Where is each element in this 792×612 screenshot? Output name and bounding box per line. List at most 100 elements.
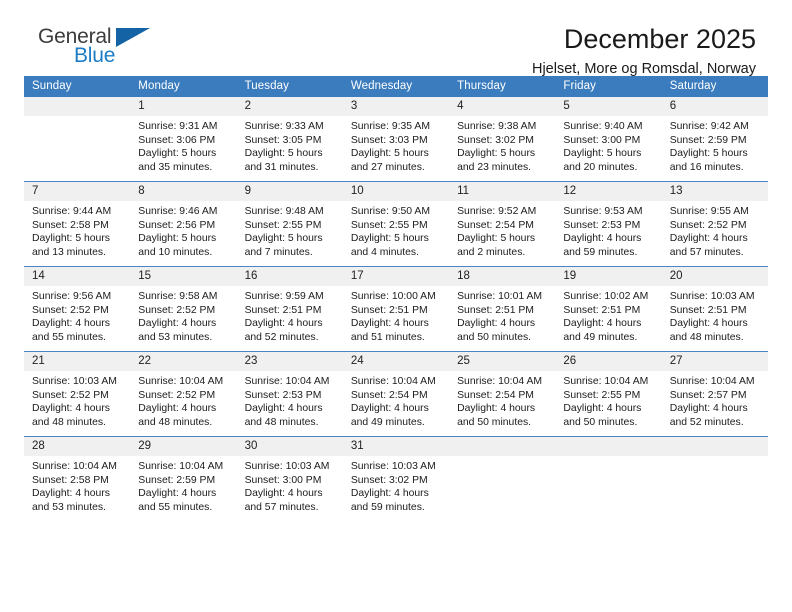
day-detail-sunrise: Sunrise: 10:03 AM: [669, 291, 755, 302]
day-details: Sunrise: 9:31 AM Sunset: 3:06 PM Daylight:…: [130, 116, 236, 174]
day-number: 13: [661, 182, 768, 201]
calendar-day-cell[interactable]: 11 Sunrise: 9:52 AM Sunset: 2:54 PM Dayligh…: [449, 181, 556, 267]
day-detail-sunrise: Sunrise: 9:55 AM: [669, 206, 749, 217]
calendar-day-cell[interactable]: 10 Sunrise: 9:50 AM Sunset: 2:55 PM Dayligh…: [342, 181, 450, 267]
day-details: Sunrise: 9:55 AM Sunset: 2:52 PM Daylight:…: [662, 201, 768, 259]
day-details: Sunrise: 10:03 AM Sunset: 2:51 PM Daylight…: [662, 286, 768, 344]
day-details: Sunrise: 9:38 AM Sunset: 3:02 PM Daylight:…: [449, 116, 555, 174]
day-detail-daylight-line1: Daylight: 5 hours: [244, 233, 323, 245]
calendar-cell-empty: [449, 436, 556, 521]
day-detail-sunset: Sunset: 2:52 PM: [32, 304, 109, 316]
day-detail-sunset: Sunset: 2:51 PM: [350, 304, 428, 316]
day-detail-sunrise: Sunrise: 9:40 AM: [563, 121, 643, 132]
calendar-day-cell[interactable]: 24 Sunrise: 10:04 AM Sunset: 2:54 PM Daylig…: [342, 351, 450, 437]
calendar-day-cell[interactable]: 16 Sunrise: 9:59 AM Sunset: 2:51 PM Dayligh…: [236, 266, 343, 352]
calendar-day-cell[interactable]: 28 Sunrise: 10:04 AM Sunset: 2:58 PM Daylig…: [24, 436, 131, 521]
day-number: 30: [236, 437, 343, 456]
day-detail-daylight-line2: and 20 minutes.: [563, 161, 638, 173]
day-detail-sunrise: Sunrise: 10:02 AM: [563, 291, 649, 302]
day-details: Sunrise: 10:03 AM Sunset: 3:00 PM Daylight…: [237, 456, 343, 514]
day-detail-sunset: Sunset: 2:52 PM: [32, 389, 109, 401]
day-number: 28: [24, 437, 131, 456]
day-detail-daylight-line2: and 59 minutes.: [350, 501, 425, 513]
day-detail-daylight-line2: and 23 minutes.: [457, 161, 532, 173]
day-detail-sunrise: Sunrise: 9:44 AM: [32, 206, 112, 217]
day-detail-sunset: Sunset: 3:05 PM: [244, 134, 322, 146]
calendar-day-cell[interactable]: 30 Sunrise: 10:03 AM Sunset: 3:00 PM Daylig…: [236, 436, 343, 521]
day-number: 27: [661, 352, 768, 371]
day-detail-daylight-line1: Daylight: 5 hours: [563, 148, 642, 160]
calendar-day-cell[interactable]: 4 Sunrise: 9:38 AM Sunset: 3:02 PM Daylight…: [449, 97, 556, 182]
calendar-day-cell[interactable]: 20 Sunrise: 10:03 AM Sunset: 2:51 PM Daylig…: [661, 266, 768, 352]
day-detail-daylight-line2: and 51 minutes.: [350, 331, 425, 343]
day-details: Sunrise: 9:35 AM Sunset: 3:03 PM Daylight:…: [343, 116, 449, 174]
calendar-week-row: 28 Sunrise: 10:04 AM Sunset: 2:58 PM Daylig…: [24, 436, 768, 521]
day-detail-sunset: Sunset: 2:54 PM: [457, 389, 534, 401]
day-detail-sunset: Sunset: 2:58 PM: [32, 219, 109, 231]
day-number: 20: [661, 267, 768, 286]
day-number: 15: [130, 267, 237, 286]
calendar-day-cell[interactable]: 25 Sunrise: 10:04 AM Sunset: 2:54 PM Daylig…: [449, 351, 556, 437]
general-blue-logo[interactable]: General Blue: [36, 26, 166, 76]
day-detail-daylight-line2: and 2 minutes.: [457, 246, 526, 258]
calendar-day-cell[interactable]: 29 Sunrise: 10:04 AM Sunset: 2:59 PM Daylig…: [130, 436, 237, 521]
calendar-day-cell[interactable]: 7 Sunrise: 9:44 AM Sunset: 2:58 PM Daylight…: [24, 181, 131, 267]
day-detail-daylight-line2: and 50 minutes.: [563, 416, 638, 428]
day-detail-sunrise: Sunrise: 10:04 AM: [457, 376, 543, 387]
day-detail-sunrise: Sunrise: 9:35 AM: [350, 121, 430, 132]
day-detail-daylight-line2: and 57 minutes.: [669, 246, 744, 258]
calendar-week-row: 1 Sunrise: 9:31 AM Sunset: 3:06 PM Daylight…: [24, 97, 768, 182]
calendar-day-cell[interactable]: 15 Sunrise: 9:58 AM Sunset: 2:52 PM Dayligh…: [130, 266, 237, 352]
day-detail-daylight-line2: and 48 minutes.: [244, 416, 319, 428]
calendar-day-cell[interactable]: 31 Sunrise: 10:03 AM Sunset: 3:02 PM Daylig…: [342, 436, 450, 521]
day-detail-daylight-line1: Daylight: 4 hours: [563, 318, 642, 330]
calendar-day-cell[interactable]: 9 Sunrise: 9:48 AM Sunset: 2:55 PM Daylight…: [236, 181, 343, 267]
calendar-day-cell[interactable]: 3 Sunrise: 9:35 AM Sunset: 3:03 PM Daylight…: [342, 97, 450, 182]
day-detail-daylight-line1: Daylight: 5 hours: [350, 148, 429, 160]
calendar-day-cell[interactable]: 1 Sunrise: 9:31 AM Sunset: 3:06 PM Daylight…: [130, 97, 237, 182]
day-detail-daylight-line1: Daylight: 4 hours: [138, 318, 217, 330]
day-number: 1: [130, 97, 237, 116]
calendar-day-cell[interactable]: 27 Sunrise: 10:04 AM Sunset: 2:57 PM Daylig…: [661, 351, 768, 437]
day-detail-sunset: Sunset: 2:55 PM: [350, 219, 428, 231]
day-details: Sunrise: 10:04 AM Sunset: 2:57 PM Daylight…: [662, 371, 768, 429]
day-detail-daylight-line2: and 48 minutes.: [669, 331, 744, 343]
calendar-day-cell[interactable]: 18 Sunrise: 10:01 AM Sunset: 2:51 PM Daylig…: [449, 266, 556, 352]
day-detail-sunrise: Sunrise: 9:53 AM: [563, 206, 643, 217]
calendar-day-cell[interactable]: 13 Sunrise: 9:55 AM Sunset: 2:52 PM Dayligh…: [661, 181, 768, 267]
calendar-day-cell[interactable]: 23 Sunrise: 10:04 AM Sunset: 2:53 PM Daylig…: [236, 351, 343, 437]
day-details: Sunrise: 10:00 AM Sunset: 2:51 PM Daylight…: [343, 286, 449, 344]
day-detail-daylight-line2: and 31 minutes.: [244, 161, 319, 173]
calendar-day-cell[interactable]: 21 Sunrise: 10:03 AM Sunset: 2:52 PM Daylig…: [24, 351, 131, 437]
day-detail-sunset: Sunset: 2:54 PM: [457, 219, 534, 231]
day-detail-sunset: Sunset: 2:52 PM: [669, 219, 747, 231]
day-detail-sunrise: Sunrise: 9:59 AM: [244, 291, 324, 302]
calendar-day-cell[interactable]: 12 Sunrise: 9:53 AM Sunset: 2:53 PM Dayligh…: [555, 181, 662, 267]
day-details: Sunrise: 9:46 AM Sunset: 2:56 PM Daylight:…: [130, 201, 236, 259]
calendar-day-cell[interactable]: 22 Sunrise: 10:04 AM Sunset: 2:52 PM Daylig…: [130, 351, 237, 437]
day-detail-daylight-line1: Daylight: 5 hours: [138, 148, 217, 160]
calendar-day-cell[interactable]: 19 Sunrise: 10:02 AM Sunset: 2:51 PM Daylig…: [555, 266, 662, 352]
calendar-day-cell[interactable]: 26 Sunrise: 10:04 AM Sunset: 2:55 PM Daylig…: [555, 351, 662, 437]
day-detail-daylight-line1: Daylight: 5 hours: [138, 233, 217, 245]
calendar-day-cell[interactable]: 14 Sunrise: 9:56 AM Sunset: 2:52 PM Dayligh…: [24, 266, 131, 352]
calendar-day-cell[interactable]: 8 Sunrise: 9:46 AM Sunset: 2:56 PM Daylight…: [130, 181, 237, 267]
day-number: 6: [661, 97, 768, 116]
day-detail-sunrise: Sunrise: 10:04 AM: [138, 376, 224, 387]
day-details: Sunrise: 10:03 AM Sunset: 2:52 PM Daylight…: [24, 371, 130, 429]
calendar-day-cell[interactable]: 2 Sunrise: 9:33 AM Sunset: 3:05 PM Daylight…: [236, 97, 343, 182]
calendar-day-cell[interactable]: 17 Sunrise: 10:00 AM Sunset: 2:51 PM Daylig…: [342, 266, 450, 352]
day-detail-sunset: Sunset: 2:59 PM: [669, 134, 747, 146]
day-detail-sunrise: Sunrise: 10:04 AM: [350, 376, 436, 387]
day-detail-sunrise: Sunrise: 10:04 AM: [138, 461, 224, 472]
day-detail-sunrise: Sunrise: 9:52 AM: [457, 206, 537, 217]
calendar-day-cell[interactable]: 5 Sunrise: 9:40 AM Sunset: 3:00 PM Daylight…: [555, 97, 662, 182]
calendar-week-row: 7 Sunrise: 9:44 AM Sunset: 2:58 PM Daylight…: [24, 181, 768, 267]
day-detail-sunset: Sunset: 2:51 PM: [457, 304, 534, 316]
day-details: Sunrise: 10:04 AM Sunset: 2:54 PM Daylight…: [449, 371, 555, 429]
calendar-day-cell[interactable]: 6 Sunrise: 9:42 AM Sunset: 2:59 PM Daylight…: [661, 97, 768, 182]
day-detail-daylight-line1: Daylight: 4 hours: [457, 403, 536, 415]
day-detail-daylight-line2: and 55 minutes.: [138, 501, 213, 513]
day-detail-sunrise: Sunrise: 10:03 AM: [244, 461, 330, 472]
day-number: 31: [342, 437, 450, 456]
